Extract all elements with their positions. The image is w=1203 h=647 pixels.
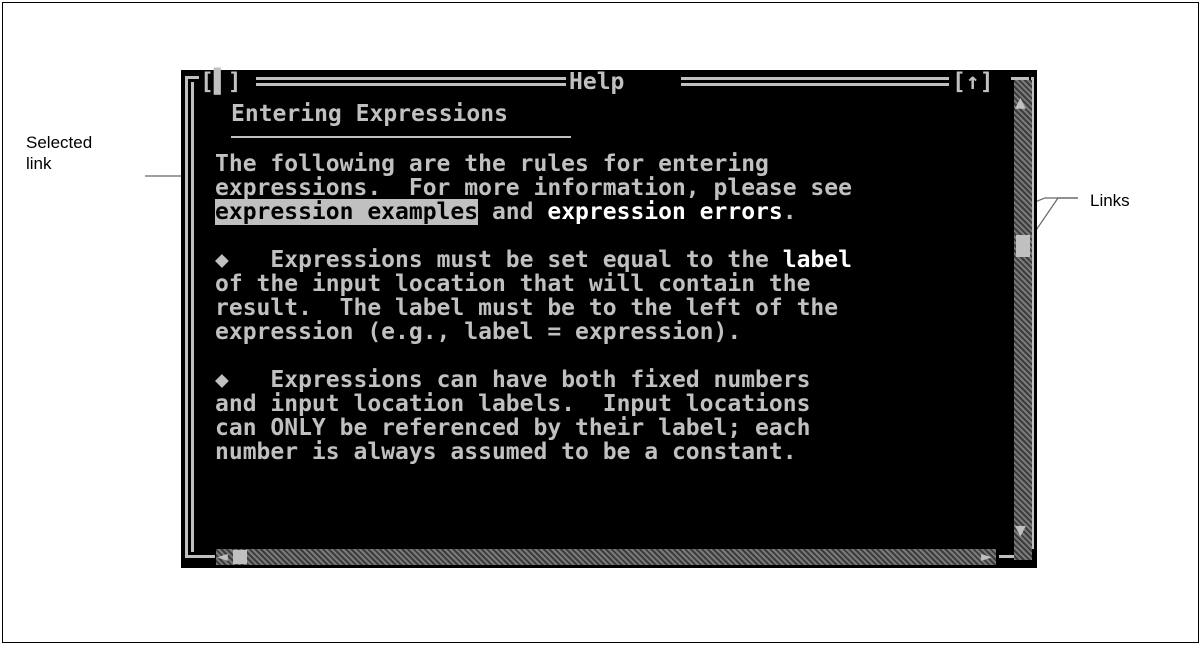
frame-bottom-outer: [185, 555, 215, 558]
intro-line-2: expressions. For more information, pleas…: [215, 175, 852, 201]
horizontal-scrollbar[interactable]: [216, 549, 996, 565]
paragraph-1-line-4: expression (e.g., label = expression).: [215, 319, 742, 345]
scroll-down-arrow-icon[interactable]: ▼: [1015, 522, 1026, 540]
p1-text: Expressions must be set equal to the: [228, 247, 783, 273]
window-title: Help: [569, 69, 625, 95]
frame-left-inner: [191, 82, 194, 552]
p2-text: Expressions can have both fixed numbers: [228, 367, 811, 393]
paragraph-2-line-2: and input location labels. Input locatio…: [215, 391, 811, 417]
help-window: [▌] Help [↑] ▲ ▼ ◄ ► Entering Expression…: [181, 70, 1037, 568]
frame-top-mid-right: [681, 77, 949, 80]
frame-top-mid-left: [256, 77, 566, 80]
scroll-up-arrow-icon[interactable]: ▲: [1015, 94, 1026, 112]
close-button[interactable]: [▌]: [200, 70, 242, 94]
intro-line-1: The following are the rules for entering: [215, 151, 769, 177]
bullet-icon: ◆: [215, 367, 229, 393]
scroll-right-arrow-icon[interactable]: ►: [981, 548, 992, 566]
expression-errors-link[interactable]: expression errors: [547, 199, 782, 225]
paragraph-2-line-1: ◆ Expressions can have both fixed number…: [215, 368, 810, 392]
intro-line-3: expression examples and expression error…: [215, 199, 797, 225]
zoom-button[interactable]: [↑]: [952, 70, 994, 94]
and-text: and: [478, 199, 548, 225]
help-heading: Entering Expressions: [231, 101, 508, 127]
frame-left-outer: [185, 76, 188, 558]
bullet-icon: ◆: [215, 247, 229, 273]
period-text: .: [782, 199, 797, 225]
scroll-left-arrow-icon[interactable]: ◄: [217, 548, 228, 566]
paragraph-1-line-3: result. The label must be to the left of…: [215, 295, 839, 321]
frame-top-mid-right2: [681, 83, 949, 86]
expression-examples-link[interactable]: expression examples: [215, 199, 479, 225]
paragraph-2-line-3: can ONLY be referenced by their label; e…: [215, 415, 811, 441]
paragraph-1-line-1: ◆ Expressions must be set equal to the l…: [215, 248, 852, 272]
paragraph-1-line-2: of the input location that will contain …: [215, 271, 811, 297]
label-link[interactable]: label: [783, 247, 852, 273]
horizontal-scroll-thumb[interactable]: [233, 550, 247, 564]
vertical-scroll-thumb[interactable]: [1016, 235, 1030, 257]
heading-underline: [231, 136, 571, 138]
frame-top-mid-left2: [256, 83, 566, 86]
paragraph-2-line-4: number is always assumed to be a constan…: [215, 439, 797, 465]
frame-bottom-right: [999, 555, 1015, 558]
vertical-scrollbar[interactable]: [1014, 80, 1032, 560]
